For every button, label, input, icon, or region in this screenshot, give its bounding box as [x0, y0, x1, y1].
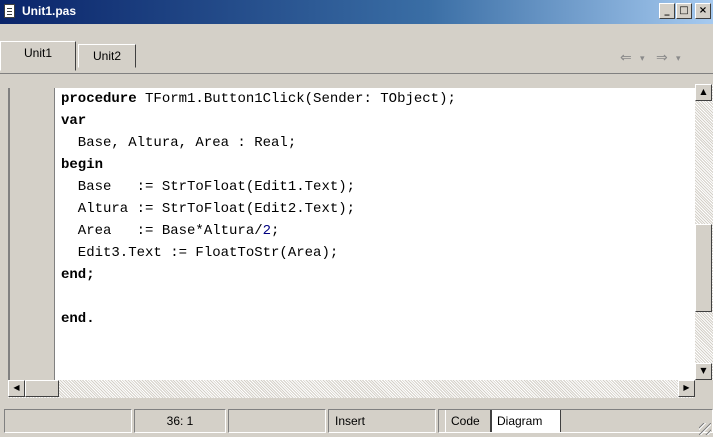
code-line-6: Altura := StrToFloat(Edit2.Text);	[61, 201, 356, 217]
code-line-4: begin	[61, 157, 104, 173]
document-icon	[4, 4, 15, 18]
code-line-8: Edit3.Text := FloatToStr(Area);	[61, 245, 339, 261]
forward-arrow-icon[interactable]: ⇒	[656, 50, 668, 66]
editor-gutter	[8, 88, 54, 380]
tab-unit1[interactable]: Unit1	[0, 41, 76, 71]
cursor-position: 36: 1	[134, 409, 226, 433]
scroll-up-button[interactable]: ▲	[695, 84, 712, 101]
title-bar[interactable]: Unit1.pas _ □ ×	[0, 0, 713, 24]
back-dropdown-icon[interactable]: ▾	[640, 54, 645, 64]
maximize-button[interactable]: □	[676, 3, 692, 19]
code-editor[interactable]: procedure TForm1.Button1Click(Sender: TO…	[55, 88, 695, 380]
scroll-right-button[interactable]: ▶	[678, 380, 695, 397]
tab-unit2[interactable]: Unit2	[78, 44, 136, 68]
scroll-down-button[interactable]: ▼	[695, 363, 712, 380]
code-line-3: Base, Altura, Area : Real;	[61, 135, 297, 151]
insert-mode: Insert	[328, 409, 436, 433]
minimize-button[interactable]: _	[659, 3, 675, 19]
code-line-7: Area := Base*Altura/2;	[61, 223, 280, 239]
code-line-5: Base := StrToFloat(Edit1.Text);	[61, 179, 356, 195]
close-button[interactable]: ×	[695, 3, 711, 19]
forward-dropdown-icon[interactable]: ▾	[676, 54, 681, 64]
code-line-11: end.	[61, 311, 95, 327]
horizontal-scrollbar[interactable]: ◀ ▶	[8, 380, 695, 398]
status-bar: 36: 1 Insert Code Diagram	[0, 405, 713, 437]
scroll-left-button[interactable]: ◀	[8, 380, 25, 397]
vertical-scroll-thumb[interactable]	[695, 224, 712, 312]
vertical-scrollbar[interactable]: ▲ ▼	[695, 84, 713, 380]
resize-grip[interactable]	[699, 423, 711, 435]
code-line-2: var	[61, 113, 87, 129]
status-panel-empty	[4, 409, 132, 433]
window-title: Unit1.pas	[22, 4, 77, 18]
view-tabs: Code Diagram	[438, 409, 713, 433]
code-line-9: end;	[61, 267, 95, 283]
tab-diagram[interactable]: Diagram	[491, 410, 561, 432]
code-line-1: procedure TForm1.Button1Click(Sender: TO…	[61, 91, 456, 107]
status-panel-modified	[228, 409, 326, 433]
horizontal-scroll-thumb[interactable]	[25, 380, 59, 397]
tab-code[interactable]: Code	[445, 410, 491, 432]
back-arrow-icon[interactable]: ⇐	[620, 50, 632, 66]
